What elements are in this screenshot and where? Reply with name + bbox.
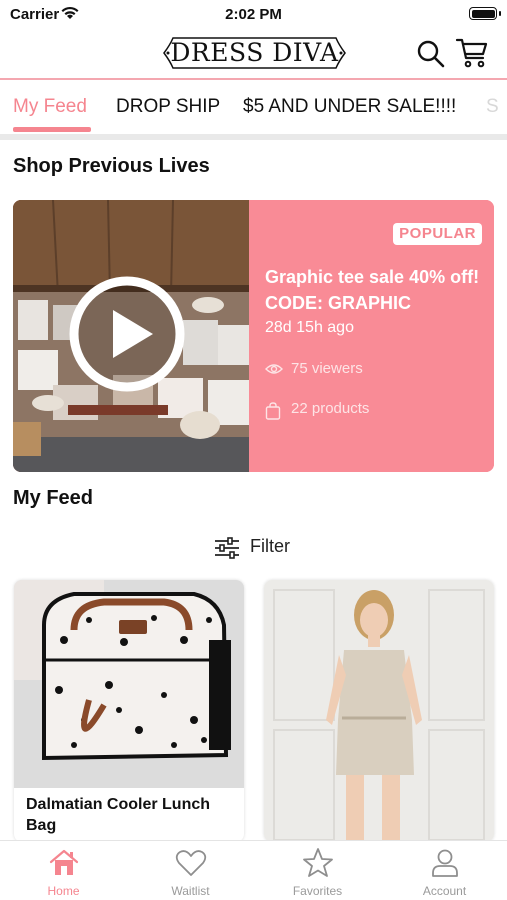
person-icon <box>432 849 458 877</box>
star-icon <box>303 848 333 877</box>
battery-icon <box>469 7 497 20</box>
tabbar-account-label: Account <box>422 884 467 898</box>
play-icon <box>69 276 185 392</box>
previous-live-card[interactable]: POPULAR Graphic tee sale 40% off! CODE: … <box>13 200 494 472</box>
cart-icon <box>455 38 488 68</box>
clock: 2:02 PM <box>225 6 282 23</box>
shopping-bag-icon <box>265 402 281 420</box>
tabbar-favorites[interactable]: Favorites <box>254 841 381 900</box>
home-icon <box>49 849 79 875</box>
tabbar-account[interactable]: Account <box>381 841 507 900</box>
section-title-previous-lives: Shop Previous Lives <box>13 155 210 177</box>
product-image <box>14 580 244 788</box>
live-info-panel: POPULAR Graphic tee sale 40% off! CODE: … <box>249 200 494 472</box>
tabs-divider <box>0 134 507 140</box>
search-button[interactable] <box>416 39 446 69</box>
tabbar-favorites-label: Favorites <box>292 884 343 898</box>
search-icon <box>417 40 445 68</box>
product-name: Dalmatian Cooler Lunch Bag <box>26 796 211 834</box>
section-title-my-feed: My Feed <box>13 487 94 509</box>
status-bar: Carrier 2:02 PM <box>0 0 507 30</box>
live-title: Graphic tee sale 40% off! CODE: GRAPHIC <box>265 267 480 313</box>
product-card[interactable] <box>264 580 494 842</box>
tab-five-and-under-sale[interactable]: $5 AND UNDER SALE!!!! <box>243 96 456 118</box>
cart-button[interactable] <box>455 37 489 69</box>
heart-icon <box>175 850 207 876</box>
product-image <box>264 580 494 842</box>
tabbar-home[interactable]: Home <box>0 841 127 900</box>
category-tabs: My Feed DROP SHIP $5 AND UNDER SALE!!!! … <box>0 80 507 136</box>
app-header: DRESS DIVA <box>0 30 507 78</box>
product-card[interactable]: Dalmatian Cooler Lunch Bag <box>14 580 244 842</box>
products-count: 22 products <box>291 400 370 417</box>
filter-button[interactable]: Filter <box>214 534 304 560</box>
tabbar-home-label: Home <box>47 884 80 898</box>
tabbar-waitlist-label: Waitlist <box>171 884 210 898</box>
popular-badge: POPULAR <box>393 223 482 245</box>
bottom-tab-bar: Home Waitlist Favorites Account <box>0 840 507 900</box>
play-button[interactable] <box>69 276 185 392</box>
eye-icon <box>265 364 283 374</box>
tab-my-feed[interactable]: My Feed <box>13 96 87 118</box>
sliders-icon <box>215 537 239 559</box>
tab-partial[interactable]: S <box>486 96 499 118</box>
tab-drop-ship[interactable]: DROP SHIP <box>116 96 220 118</box>
viewers-count: 75 viewers <box>291 360 363 377</box>
live-time-ago: 28d 15h ago <box>265 319 354 336</box>
filter-label: Filter <box>250 536 290 556</box>
brand-name: DRESS DIVA <box>170 38 339 67</box>
brand-logo[interactable]: DRESS DIVA <box>163 36 346 70</box>
active-tab-indicator <box>13 127 91 132</box>
tabbar-waitlist[interactable]: Waitlist <box>127 841 254 900</box>
battery-tip <box>499 11 501 16</box>
